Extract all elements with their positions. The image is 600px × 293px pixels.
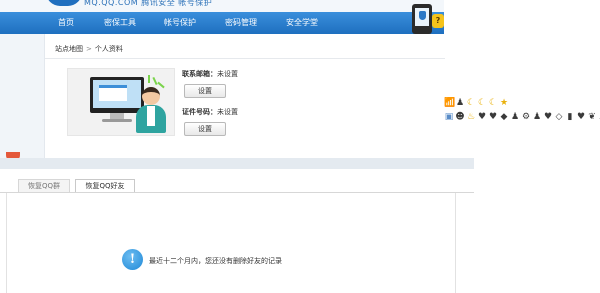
fire-icon[interactable]: ♨: [466, 111, 476, 123]
info-icon: !: [122, 249, 143, 270]
avatar-icon[interactable]: ☻: [455, 111, 465, 123]
heart-icon[interactable]: ♥: [488, 111, 498, 123]
profile-illustration: [67, 68, 175, 136]
emoji-strip-row1: 📶♟ ☾ ☾ ☾ ★: [444, 97, 510, 109]
bag-icon[interactable]: ◆: [499, 111, 509, 123]
phone-token-icon: [412, 4, 432, 34]
nav-security-tools[interactable]: 密保工具: [104, 17, 136, 28]
emoji-strip-row2: ▣☻♨♥♥◆♟⚙♟♥◇▮♥❦☁›: [444, 111, 600, 123]
set-id-number-button[interactable]: 设置: [184, 122, 226, 136]
set-email-button[interactable]: 设置: [184, 84, 226, 98]
id-number-value: 未设置: [217, 108, 238, 116]
help-icon[interactable]: ?: [432, 14, 444, 28]
heart-icon[interactable]: ♥: [477, 111, 487, 123]
nav-password-manager[interactable]: 密码管理: [225, 17, 257, 28]
badge-icon[interactable]: ▮: [565, 111, 575, 123]
heart-icon[interactable]: ♥: [543, 111, 553, 123]
left-sidebar: [0, 34, 44, 158]
silhouette-icon[interactable]: ♟: [455, 97, 465, 109]
moon-icon[interactable]: ☾: [488, 97, 498, 109]
nav-home[interactable]: 首页: [58, 17, 74, 28]
level-bars-icon[interactable]: 📶: [444, 97, 455, 109]
moon-icon[interactable]: ☾: [477, 97, 487, 109]
silhouette-icon[interactable]: ♟: [510, 111, 520, 123]
recover-friends-panel: [6, 193, 456, 293]
moon-icon[interactable]: ☾: [466, 97, 476, 109]
breadcrumb-profile: 个人资料: [94, 45, 123, 53]
bottom-window-header: [0, 158, 474, 169]
security-page-window: MQ.QQ.COM 腾讯安全 帐号保护 首页 密保工具 帐号保护 密码管理 安全…: [0, 0, 445, 158]
site-logo-text: MQ.QQ.COM 腾讯安全 帐号保护: [84, 0, 213, 7]
id-number-label: 证件号码：未设置: [182, 108, 238, 116]
empty-record-message: 最近十二个月内，您还没有删除好友的记录: [149, 257, 282, 265]
monitor-icon: [90, 77, 144, 113]
nav-security-school[interactable]: 安全学堂: [286, 17, 318, 28]
qq-logo: [46, 0, 82, 6]
breadcrumb-sitemap[interactable]: 站点地图: [55, 45, 83, 53]
star-icon[interactable]: ★: [499, 97, 509, 109]
silhouette-icon[interactable]: ♟: [532, 111, 542, 123]
email-label: 联系邮箱：未设置: [182, 70, 238, 78]
nav-account-protection[interactable]: 帐号保护: [164, 17, 196, 28]
main-navbar: 首页 密保工具 帐号保护 密码管理 安全学堂: [0, 12, 444, 34]
tab-recover-qq-group[interactable]: 恢复QQ群: [18, 179, 70, 193]
heart-icon[interactable]: ♥: [576, 111, 586, 123]
divider: [45, 58, 445, 59]
gear-icon[interactable]: ⚙: [521, 111, 531, 123]
gem-icon[interactable]: ◇: [554, 111, 564, 123]
profile-content: 站点地图 > 个人资料 联系邮箱：未设置 设置 证件号码：未设置 设置: [44, 34, 445, 158]
tab-recover-qq-friends[interactable]: 恢复QQ好友: [75, 179, 135, 193]
email-value: 未设置: [217, 70, 238, 78]
shield-icon: [419, 11, 426, 20]
breadcrumb-separator: >: [86, 45, 92, 53]
photo-icon[interactable]: ▣: [444, 111, 454, 123]
breadcrumb: 站点地图 > 个人资料: [55, 44, 123, 54]
bird-icon[interactable]: ❦: [587, 111, 597, 123]
logo-strip: MQ.QQ.COM 腾讯安全 帐号保护: [0, 0, 444, 12]
